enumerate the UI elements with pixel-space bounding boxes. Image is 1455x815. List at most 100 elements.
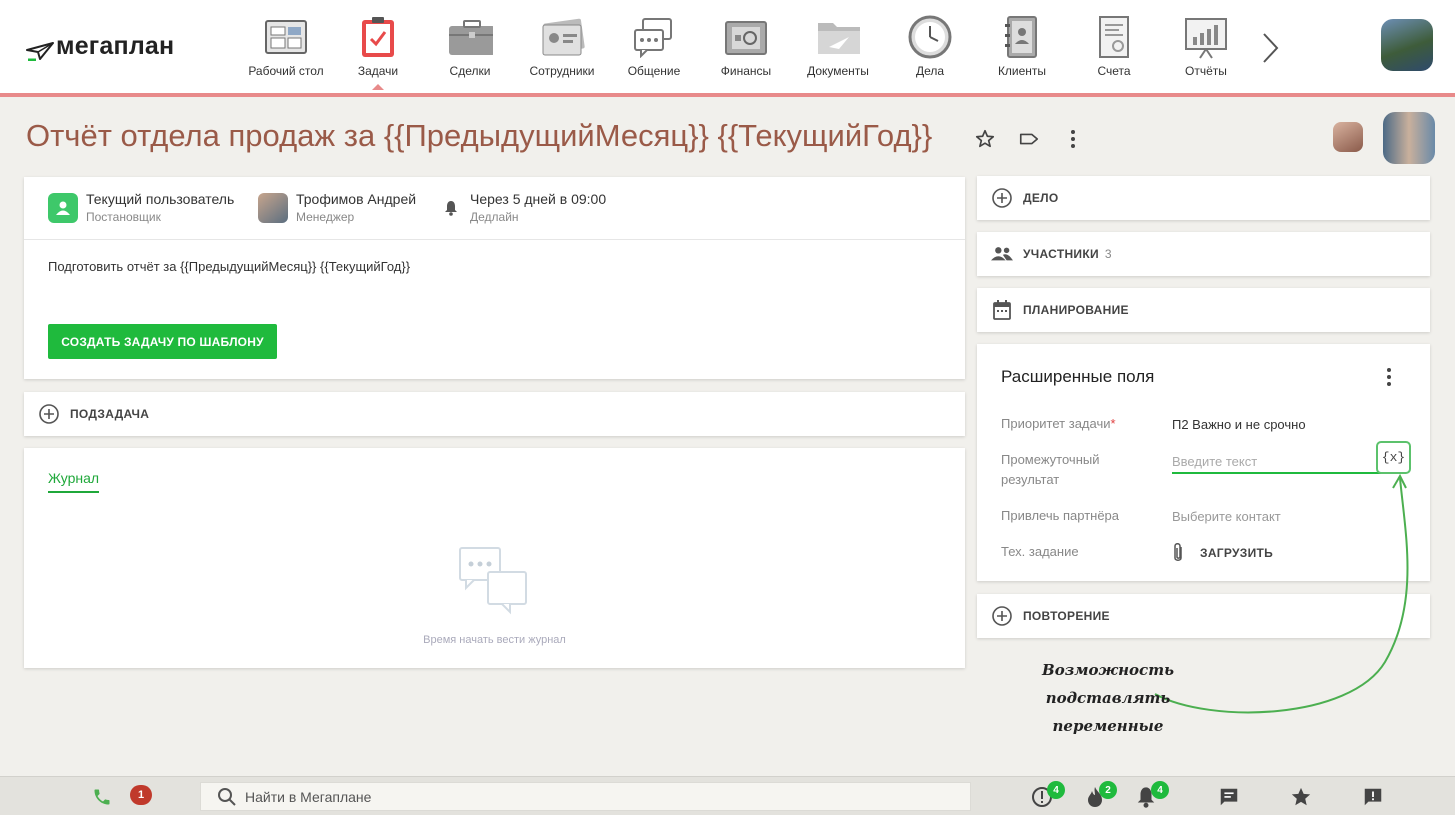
nav-label: Сделки	[449, 64, 491, 78]
owner-name: Текущий пользователь	[86, 191, 235, 207]
calendar-icon	[991, 299, 1013, 321]
create-from-template-button[interactable]: СОЗДАТЬ ЗАДАЧУ ПО ШАБЛОНУ	[48, 324, 277, 359]
logo-text: мегаплан	[56, 32, 175, 60]
hot-badge: 2	[1099, 781, 1117, 799]
nav-label: Клиенты	[997, 64, 1047, 78]
bell-icon	[440, 193, 462, 223]
annotation-text: Возможность подставлять переменные	[1042, 661, 1174, 735]
nav-item-clients[interactable]: Клиенты	[976, 14, 1068, 78]
employees-card-icon	[539, 14, 585, 60]
task-owner[interactable]: Текущий пользователь Постановщик	[48, 191, 234, 226]
search-input[interactable]	[245, 788, 945, 805]
journal-empty-text: Время начать вести журнал	[423, 634, 566, 646]
manager-name: Трофимов Андрей	[296, 191, 417, 207]
manager-avatar	[258, 193, 288, 223]
title-actions	[972, 126, 1086, 152]
add-deal-row[interactable]: ДЕЛО	[977, 176, 1430, 220]
megaplan-logo[interactable]: мегаплан	[26, 32, 174, 61]
dashboard-icon	[263, 14, 309, 60]
participants-label: УЧАСТНИКИ	[1023, 247, 1099, 261]
priority-value[interactable]: П2 Важно и не срочно	[1172, 417, 1306, 432]
alerts-badge: 4	[1047, 781, 1065, 799]
page-title: Отчёт отдела продаж за {{ПредыдущийМесяц…	[26, 118, 933, 153]
intermediate-result-input[interactable]	[1172, 450, 1382, 474]
safe-icon	[723, 14, 769, 60]
add-subtask-row[interactable]: ПОДЗАДАЧА	[24, 392, 965, 436]
nav-label: Рабочий стол	[248, 64, 324, 78]
more-vertical-icon[interactable]	[1060, 126, 1086, 152]
intermediate-result-label: Промежуточный результат	[1001, 452, 1100, 487]
paper-plane-logo-icon	[26, 42, 54, 61]
people-icon	[991, 243, 1013, 265]
owner-role: Постановщик	[86, 210, 161, 224]
nav-item-documents[interactable]: Документы	[792, 14, 884, 78]
folder-icon	[815, 14, 861, 60]
spec-label: Тех. задание	[1001, 544, 1079, 559]
task-description: Подготовить отчёт за {{ПредыдущийМесяц}}…	[48, 259, 411, 274]
global-search[interactable]	[200, 782, 971, 811]
participants-row[interactable]: УЧАСТНИКИ 3	[977, 232, 1430, 276]
user-avatar[interactable]	[1381, 19, 1433, 71]
task-deadline[interactable]: Через 5 дней в 09:00 Дедлайн	[440, 191, 606, 226]
chevron-right-icon[interactable]	[1258, 30, 1282, 66]
nav-item-employees[interactable]: Сотрудники	[516, 14, 608, 78]
repeat-label: ПОВТОРЕНИЕ	[1023, 609, 1110, 623]
nav-item-reports[interactable]: Отчёты	[1160, 14, 1252, 78]
phone-badge: 1	[130, 785, 152, 805]
subtask-label: ПОДЗАДАЧА	[70, 407, 150, 421]
nav-item-invoices[interactable]: Счета	[1068, 14, 1160, 78]
plus-circle-icon	[991, 187, 1013, 209]
top-navigation-bar: мегаплан Рабочий стол Задачи Сделки Сотр…	[0, 0, 1455, 97]
bottom-bar: 1 4 2 4	[0, 776, 1455, 815]
participants-group-avatar[interactable]	[1383, 112, 1435, 164]
nav-label: Отчёты	[1185, 64, 1227, 78]
tab-journal[interactable]: Журнал	[48, 470, 100, 493]
invoice-icon	[1091, 14, 1137, 60]
task-manager[interactable]: Трофимов Андрей Менеджер	[258, 191, 416, 226]
report-chart-icon	[1183, 14, 1229, 60]
nav-label: Финансы	[720, 64, 772, 78]
nav-item-deals[interactable]: Сделки	[424, 14, 516, 78]
messages-icon[interactable]	[1217, 785, 1241, 809]
notifications-badge: 4	[1151, 781, 1169, 799]
nav-label: Общение	[627, 64, 681, 78]
deadline-text: Через 5 дней в 09:00	[470, 191, 607, 207]
partner-label: Привлечь партнёра	[1001, 508, 1120, 523]
favorites-star-icon[interactable]	[1289, 785, 1313, 809]
nav-label: Счета	[1097, 64, 1131, 78]
participants-count: 3	[1104, 247, 1112, 261]
clock-icon	[907, 14, 953, 60]
nav-item-tasks[interactable]: Задачи	[332, 14, 424, 90]
plus-circle-icon	[991, 605, 1013, 627]
nav-item-finance[interactable]: Финансы	[700, 14, 792, 78]
phone-icon[interactable]	[90, 785, 114, 809]
search-icon	[218, 787, 236, 806]
nav-item-communication[interactable]: Общение	[608, 14, 700, 78]
participant-avatar[interactable]	[1333, 122, 1363, 152]
nav-label: Сотрудники	[529, 64, 595, 78]
nav-label: Дела	[915, 64, 945, 78]
nav-label: Документы	[807, 64, 869, 78]
priority-label: Приоритет задачи*	[1001, 416, 1116, 431]
star-icon[interactable]	[972, 126, 998, 152]
manager-role: Менеджер	[296, 210, 355, 224]
planning-row[interactable]: ПЛАНИРОВАНИЕ	[977, 288, 1430, 332]
user-icon	[48, 193, 78, 223]
insert-variable-button[interactable]: {x}	[1376, 441, 1411, 474]
task-card: Текущий пользователь Постановщик Трофимо…	[24, 177, 965, 379]
main-navigation: Рабочий стол Задачи Сделки Сотрудники Об…	[240, 14, 1252, 90]
extended-fields-title: Расширенные поля	[1001, 367, 1155, 386]
deal-label: ДЕЛО	[1023, 191, 1059, 205]
chat-bubbles-icon	[631, 14, 677, 60]
deadline-label: Дедлайн	[470, 210, 519, 224]
nav-item-affairs[interactable]: Дела	[884, 14, 976, 78]
briefcase-icon	[447, 14, 493, 60]
empty-chat-icon	[459, 547, 527, 615]
nav-label: Задачи	[357, 64, 399, 78]
more-vertical-icon[interactable]	[1379, 366, 1399, 388]
tasks-clipboard-icon	[355, 14, 401, 60]
address-book-icon	[999, 14, 1045, 60]
tag-icon[interactable]	[1016, 126, 1042, 152]
feedback-icon[interactable]	[1361, 785, 1385, 809]
nav-item-dashboard[interactable]: Рабочий стол	[240, 14, 332, 78]
